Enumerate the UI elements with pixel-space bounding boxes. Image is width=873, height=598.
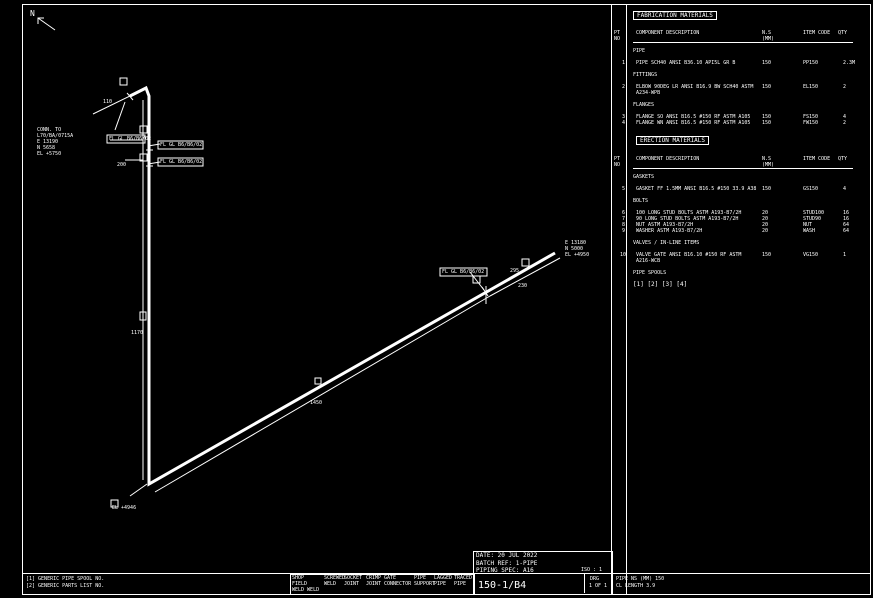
row-pt: 10 bbox=[620, 252, 627, 258]
row-desc: WASHER ASTM A193-B7/2H bbox=[636, 228, 703, 234]
component-tag: FL GL B6/B6/02 bbox=[109, 136, 152, 142]
dim-line bbox=[154, 295, 491, 493]
row-code: EL150 bbox=[803, 84, 819, 90]
legend-item: TRACED PIPE bbox=[454, 575, 473, 587]
note-line: [1] GENERIC PIPE SPOOL NO. bbox=[26, 576, 105, 582]
legend-item: CRIMP JOINT bbox=[366, 575, 382, 587]
note-line: [2] GENERIC PARTS LIST NO. bbox=[26, 583, 105, 589]
row-ns: 150 bbox=[762, 120, 772, 126]
dimension-label: 1450 bbox=[310, 400, 323, 406]
legend-item: GATE CONNECTOR bbox=[384, 575, 412, 587]
date-field: DATE: 20 JUL 2022 bbox=[476, 552, 538, 559]
row-ns: 150 bbox=[762, 252, 772, 258]
row-code: WASH bbox=[803, 228, 816, 234]
header-rule bbox=[633, 42, 853, 43]
row-code: PP150 bbox=[803, 60, 819, 66]
col-pt: PT NO bbox=[614, 30, 621, 42]
right-coordinates: E 13180 N 5000 EL +4950 bbox=[565, 240, 590, 258]
row-pt: 2 bbox=[622, 84, 626, 90]
pipe-ns: PIPE NS (MM) 150 bbox=[616, 576, 665, 582]
spools-list: [1] [2] [3] [4] bbox=[633, 281, 688, 288]
drg-label: DRG bbox=[590, 576, 600, 582]
dimension-label: 110 bbox=[103, 99, 113, 105]
col-desc: COMPONENT DESCRIPTION bbox=[636, 156, 700, 162]
iso-field: ISO : 1 bbox=[581, 567, 603, 573]
row-qty: 4 bbox=[843, 186, 847, 192]
cl-length: CL LENGTH 3.9 bbox=[616, 583, 656, 589]
batch-field: BATCH REF: 1-PIPE bbox=[476, 560, 538, 567]
dimension-label: 295 bbox=[510, 268, 520, 274]
row-qty: 2 bbox=[843, 84, 847, 90]
legend-item: SOCKET JOINT bbox=[344, 575, 363, 587]
tb-divider bbox=[584, 574, 585, 593]
legend-item: SHOP FIELD WELD WELD bbox=[292, 575, 320, 593]
dimension-label: 200 bbox=[117, 162, 127, 168]
row-ns: 150 bbox=[762, 186, 772, 192]
section-heading: PIPE bbox=[633, 48, 646, 54]
row-code: VG150 bbox=[803, 252, 819, 258]
bottom-elevation: EL +4946 bbox=[112, 505, 137, 511]
section-heading: GASKETS bbox=[633, 174, 655, 180]
row-qty: 2.3M bbox=[843, 60, 856, 66]
row-qty: 1 bbox=[843, 252, 847, 258]
row-qty: 2 bbox=[843, 120, 847, 126]
row-code: FW150 bbox=[803, 120, 819, 126]
component-tag: FL GL B6/B6/02 bbox=[442, 269, 485, 275]
legend-item: SCREWED WELD bbox=[324, 575, 346, 587]
left-coordinates: CONN. TO L70/BA/0715A E 13190 N 5658 EL … bbox=[37, 127, 74, 157]
fabrication-title: FABRICATION MATERIALS bbox=[633, 11, 717, 20]
component-tag: FL GL B6/B6/02 bbox=[160, 159, 203, 165]
row-qty: 64 bbox=[843, 228, 850, 234]
row-desc: PIPE SCH40 ANSI B36.10 API5L GR B bbox=[636, 60, 736, 66]
col-ns: N.S (MM) bbox=[762, 156, 775, 168]
section-heading: FITTINGS bbox=[633, 72, 658, 78]
row-ns: 20 bbox=[762, 228, 769, 234]
row-pt: 5 bbox=[622, 186, 626, 192]
line-number: 150-1/B4 bbox=[478, 580, 527, 591]
row-desc: GASKET FF 1.5MM ANSI B16.5 #150 33.9 A38 bbox=[636, 186, 757, 192]
section-heading: FLANGES bbox=[633, 102, 655, 108]
row-pt: 1 bbox=[622, 60, 626, 66]
section-heading: VALVES / IN-LINE ITEMS bbox=[633, 240, 700, 246]
row-code: GS150 bbox=[803, 186, 819, 192]
dimension-label: 1170 bbox=[131, 330, 144, 336]
section-heading: BOLTS bbox=[633, 198, 649, 204]
col-code: ITEM CODE bbox=[803, 30, 831, 36]
col-qty: QTY bbox=[838, 30, 848, 36]
col-desc: COMPONENT DESCRIPTION bbox=[636, 30, 700, 36]
sheet-label: 1 OF 1 bbox=[589, 583, 608, 589]
row-desc: ELBOW 90DEG LR ANSI B16.9 BW SCH40 ASTM … bbox=[636, 84, 754, 96]
row-pt: 4 bbox=[622, 120, 626, 126]
legend-item: PIPE SUPPORT bbox=[414, 575, 436, 587]
row-desc: FLANGE WN ANSI B16.5 #150 RF ASTM A105 bbox=[636, 120, 751, 126]
dimension-label: 230 bbox=[518, 283, 528, 289]
col-ns: N.S (MM) bbox=[762, 30, 775, 42]
legend-item: LAGGED PIPE bbox=[434, 575, 453, 587]
spec-field: PIPING SPEC: A16 bbox=[476, 567, 534, 574]
col-code: ITEM CODE bbox=[803, 156, 831, 162]
row-desc: VALVE GATE ANSI B16.10 #150 RF ASTM A216… bbox=[636, 252, 742, 264]
north-arrow bbox=[37, 17, 56, 31]
col-qty: QTY bbox=[838, 156, 848, 162]
col-pt: PT NO bbox=[614, 156, 621, 168]
header-rule bbox=[633, 168, 853, 169]
component-tag: FL GL B6/B6/02 bbox=[160, 142, 203, 148]
row-pt: 9 bbox=[622, 228, 626, 234]
spools-heading: PIPE SPOOLS bbox=[633, 270, 667, 276]
row-ns: 150 bbox=[762, 84, 772, 90]
row-ns: 150 bbox=[762, 60, 772, 66]
erection-title: ERECTION MATERIALS bbox=[636, 136, 710, 145]
